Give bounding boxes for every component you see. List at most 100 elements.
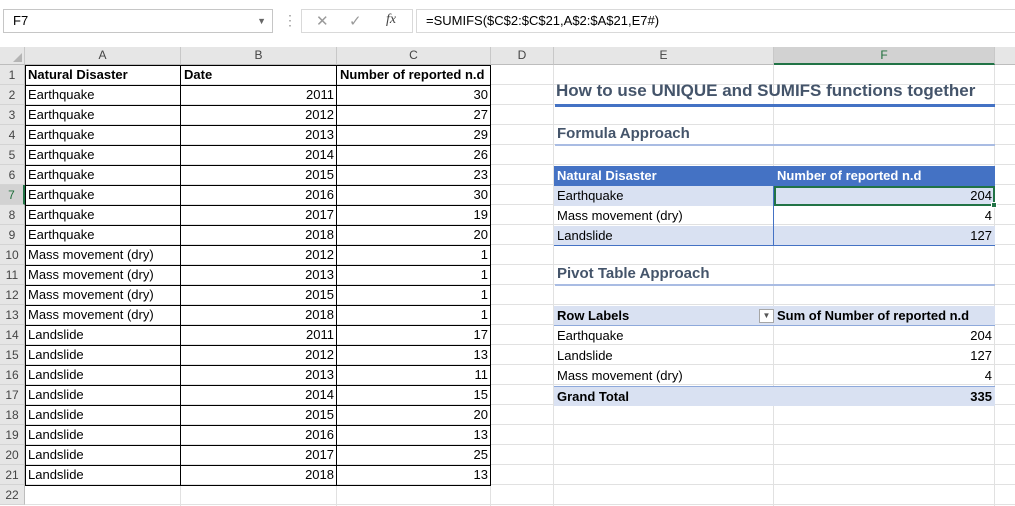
row-header[interactable]: 2 <box>0 85 25 105</box>
source-cell[interactable]: 2016 <box>181 185 337 205</box>
source-header[interactable]: Number of reported n.d <box>337 65 491 85</box>
source-cell[interactable]: 20 <box>337 225 491 245</box>
fill-handle[interactable] <box>991 202 997 208</box>
source-cell[interactable]: Landslide <box>25 445 181 465</box>
source-cell[interactable]: 19 <box>337 205 491 225</box>
source-cell[interactable]: Earthquake <box>25 165 181 185</box>
source-cell[interactable]: 30 <box>337 85 491 105</box>
column-header-b[interactable]: B <box>181 47 337 65</box>
source-cell[interactable]: 2014 <box>181 385 337 405</box>
column-header-e[interactable]: E <box>554 47 774 65</box>
source-cell[interactable]: 2015 <box>181 165 337 185</box>
source-cell[interactable]: Earthquake <box>25 185 181 205</box>
source-cell[interactable]: 2016 <box>181 425 337 445</box>
filter-dropdown-icon[interactable]: ▼ <box>759 309 774 323</box>
source-cell[interactable]: 2013 <box>181 365 337 385</box>
source-cell[interactable]: Landslide <box>25 385 181 405</box>
row-header[interactable]: 6 <box>0 165 25 185</box>
source-cell[interactable]: 2017 <box>181 445 337 465</box>
source-cell[interactable]: 17 <box>337 325 491 345</box>
source-cell[interactable]: Earthquake <box>25 105 181 125</box>
source-cell[interactable]: 2015 <box>181 285 337 305</box>
formula-row-value[interactable]: 204 <box>774 186 995 206</box>
source-cell[interactable]: Landslide <box>25 365 181 385</box>
source-cell[interactable]: 13 <box>337 345 491 365</box>
column-header-c[interactable]: C <box>337 47 491 65</box>
source-cell[interactable]: Landslide <box>25 325 181 345</box>
row-header[interactable]: 21 <box>0 465 25 485</box>
pivot-row-value[interactable]: 127 <box>774 346 995 366</box>
pivot-header-row-labels[interactable]: Row Labels <box>554 306 774 326</box>
source-cell[interactable]: 2017 <box>181 205 337 225</box>
pivot-header-sum[interactable]: Sum of Number of reported n.d <box>774 306 995 326</box>
source-cell[interactable]: 26 <box>337 145 491 165</box>
row-header[interactable]: 19 <box>0 425 25 445</box>
source-cell[interactable]: 2011 <box>181 325 337 345</box>
source-header[interactable]: Natural Disaster <box>25 65 181 85</box>
source-cell[interactable]: Earthquake <box>25 225 181 245</box>
formula-row-label[interactable]: Earthquake <box>554 186 774 206</box>
source-cell[interactable]: 11 <box>337 365 491 385</box>
row-header[interactable]: 9 <box>0 225 25 245</box>
source-cell[interactable]: 2013 <box>181 125 337 145</box>
source-cell[interactable]: Earthquake <box>25 145 181 165</box>
formula-row-value[interactable]: 4 <box>774 206 995 226</box>
select-all-corner[interactable] <box>0 47 25 65</box>
source-cell[interactable]: 15 <box>337 385 491 405</box>
row-header[interactable]: 14 <box>0 325 25 345</box>
row-header[interactable]: 22 <box>0 485 25 505</box>
enter-icon[interactable]: ✓ <box>349 12 362 30</box>
row-header[interactable]: 12 <box>0 285 25 305</box>
source-cell[interactable]: 1 <box>337 265 491 285</box>
row-header[interactable]: 4 <box>0 125 25 145</box>
source-cell[interactable]: Mass movement (dry) <box>25 285 181 305</box>
formula-row-label[interactable]: Landslide <box>554 226 774 246</box>
row-header[interactable]: 1 <box>0 65 25 85</box>
pivot-row-value[interactable]: 204 <box>774 326 995 346</box>
cancel-icon[interactable]: ✕ <box>316 12 329 30</box>
chevron-down-icon[interactable]: ▼ <box>257 10 266 32</box>
source-cell[interactable]: Earthquake <box>25 85 181 105</box>
row-header[interactable]: 17 <box>0 385 25 405</box>
source-cell[interactable]: Mass movement (dry) <box>25 305 181 325</box>
source-cell[interactable]: 1 <box>337 245 491 265</box>
column-header-f[interactable]: F <box>774 47 995 65</box>
source-cell[interactable]: 2018 <box>181 465 337 485</box>
row-header[interactable]: 7 <box>0 185 25 205</box>
insert-function-icon[interactable]: fx <box>386 12 396 28</box>
formula-row-label[interactable]: Mass movement (dry) <box>554 206 774 226</box>
column-header-a[interactable]: A <box>25 47 181 65</box>
source-cell[interactable]: 2018 <box>181 305 337 325</box>
source-cell[interactable]: 2012 <box>181 105 337 125</box>
source-cell[interactable]: Landslide <box>25 425 181 445</box>
row-header[interactable]: 13 <box>0 305 25 325</box>
source-cell[interactable]: 1 <box>337 305 491 325</box>
column-header-d[interactable]: D <box>491 47 554 65</box>
source-cell[interactable]: 23 <box>337 165 491 185</box>
pivot-row-label[interactable]: Landslide <box>554 346 774 366</box>
source-cell[interactable]: Earthquake <box>25 205 181 225</box>
pivot-row-value[interactable]: 4 <box>774 366 995 386</box>
source-cell[interactable]: 1 <box>337 285 491 305</box>
row-header[interactable]: 10 <box>0 245 25 265</box>
row-header[interactable]: 8 <box>0 205 25 225</box>
source-cell[interactable]: 27 <box>337 105 491 125</box>
formula-header-count[interactable]: Number of reported n.d <box>774 166 995 186</box>
row-header[interactable]: 11 <box>0 265 25 285</box>
source-cell[interactable]: Mass movement (dry) <box>25 265 181 285</box>
row-header[interactable]: 3 <box>0 105 25 125</box>
row-header[interactable]: 20 <box>0 445 25 465</box>
row-header[interactable]: 18 <box>0 405 25 425</box>
source-cell[interactable]: 30 <box>337 185 491 205</box>
source-cell[interactable]: 13 <box>337 425 491 445</box>
source-cell[interactable]: 2018 <box>181 225 337 245</box>
more-vertical-icon[interactable]: ⋮ <box>283 12 297 29</box>
pivot-row-label[interactable]: Earthquake <box>554 326 774 346</box>
source-cell[interactable]: 2014 <box>181 145 337 165</box>
formula-row-value[interactable]: 127 <box>774 226 995 246</box>
source-cell[interactable]: 2013 <box>181 265 337 285</box>
formula-header-disaster[interactable]: Natural Disaster <box>554 166 774 186</box>
source-cell[interactable]: 25 <box>337 445 491 465</box>
pivot-row-label[interactable]: Mass movement (dry) <box>554 366 774 386</box>
source-cell[interactable]: 29 <box>337 125 491 145</box>
